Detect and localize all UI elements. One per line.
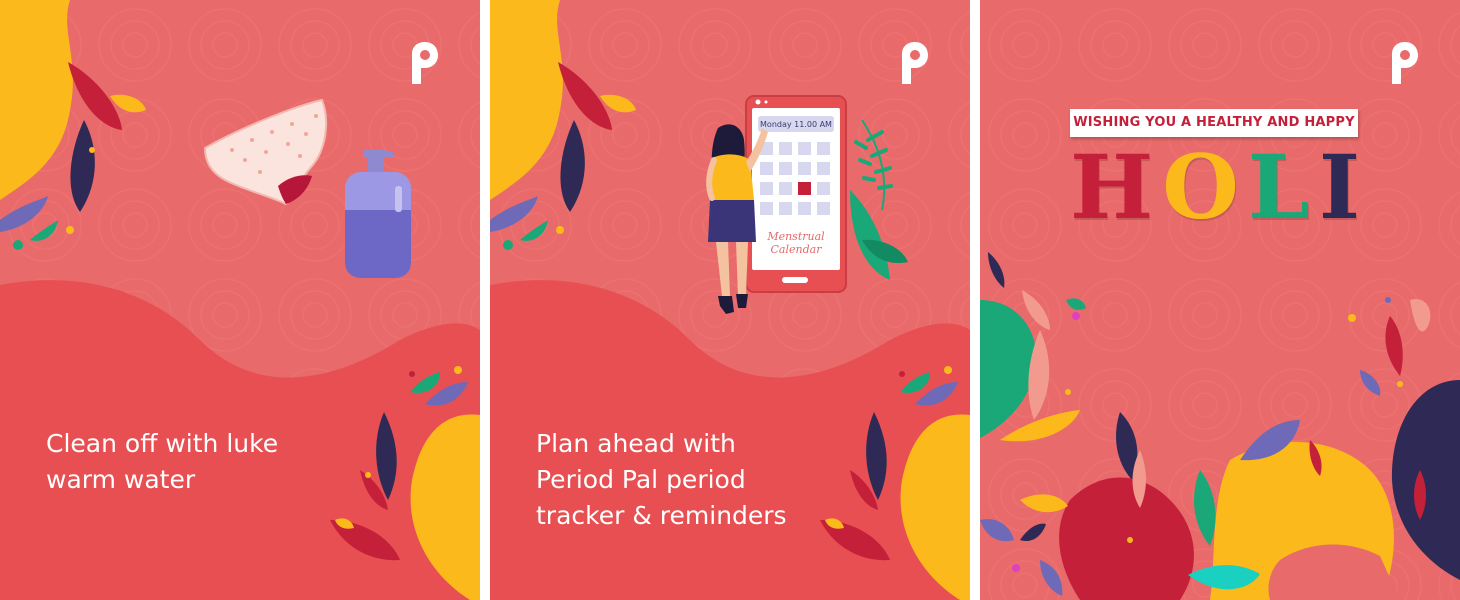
caption-line: Period Pal period <box>536 465 746 494</box>
holi-letter: O <box>1162 135 1239 239</box>
holi-letter: I <box>1318 135 1360 239</box>
caption-text: Clean off with luke warm water <box>46 426 366 498</box>
holi-letter: H <box>1070 135 1154 239</box>
caption-line: Clean off with luke <box>46 429 279 458</box>
period-pal-logo-icon <box>902 42 928 84</box>
caption-line: Plan ahead with <box>536 429 736 458</box>
calendar-note-line: Menstrual <box>766 230 825 243</box>
period-pal-logo-icon <box>1392 42 1418 84</box>
phone-calendar-illustration: Monday 11.00 AM Menstrual Calendar <box>745 95 847 293</box>
calendar-header-text: Monday 11.00 AM <box>760 120 832 129</box>
panel-tracker-tip: Monday 11.00 AM Menstrual Calendar Plan … <box>490 0 970 600</box>
caption-line: tracker & reminders <box>536 501 787 530</box>
caption-line: warm water <box>46 465 196 494</box>
panel-holi-greeting: WISHING YOU A HEALTHY AND HAPPY H O L I <box>980 0 1460 600</box>
greeting-banner: WISHING YOU A HEALTHY AND HAPPY <box>1070 109 1358 137</box>
holi-headline: H O L I <box>1070 142 1360 232</box>
period-pal-logo-icon <box>412 42 438 84</box>
panel-3-artwork <box>980 0 1460 600</box>
calendar-note-line: Calendar <box>771 243 823 256</box>
panel-wash-tip: Clean off with luke warm water <box>0 0 480 600</box>
caption-text: Plan ahead with Period Pal period tracke… <box>536 426 856 534</box>
panel-1-artwork <box>0 0 480 600</box>
holi-letter: L <box>1247 135 1310 239</box>
highlighted-date <box>798 182 811 195</box>
